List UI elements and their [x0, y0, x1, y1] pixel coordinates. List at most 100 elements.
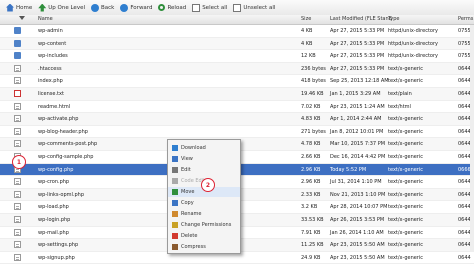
- cell-modified: Jan 1, 2015 3:29 AM: [330, 90, 381, 97]
- menu-item-delete[interactable]: Delete: [168, 231, 240, 241]
- cell-modified: Sep 25, 2013 12:18 AM: [330, 78, 389, 85]
- table-row[interactable]: wp-content 4 KB Apr 27, 2015 5:33 PM httpd/…: [0, 37, 474, 51]
- file-icon: [14, 77, 21, 85]
- table-row[interactable]: wp-blog-header.php 271 bytes Jan 8, 2012 1…: [0, 126, 474, 139]
- cell-type: text/x-generic: [388, 254, 424, 261]
- column-last-modified[interactable]: Last Modified (FLE Stand: [330, 16, 392, 22]
- menu-item-copy[interactable]: Copy: [168, 198, 240, 208]
- cell-type: httpd/unix-directory: [388, 40, 438, 47]
- menu-item-view[interactable]: View: [168, 154, 240, 164]
- cell-name: wp-login.php: [38, 216, 71, 223]
- cell-size: 33.53 KB: [301, 216, 324, 223]
- cell-size: 2.96 KB: [301, 166, 321, 173]
- menu-item-label: Rename: [181, 211, 202, 217]
- cell-perms: 0755: [458, 40, 471, 47]
- home-label: Home: [16, 4, 33, 11]
- cell-modified: Today 5:52 PM: [330, 166, 367, 173]
- copy-icon: [172, 200, 178, 206]
- scrollbar[interactable]: [470, 25, 474, 252]
- cell-size: 418 bytes: [301, 78, 326, 85]
- home-button[interactable]: Home: [6, 3, 33, 12]
- forward-icon: [120, 3, 129, 12]
- column-name[interactable]: Name: [38, 16, 53, 22]
- context-menu: Download View Edit Code Edit Move Copy Rename C…: [167, 139, 241, 254]
- cell-type: text/x-generic: [388, 216, 424, 223]
- file-icon: [14, 241, 21, 249]
- cell-perms: 0666: [458, 166, 471, 173]
- reload-button[interactable]: Reload: [158, 4, 186, 11]
- download-icon: [172, 145, 178, 151]
- menu-item-edit[interactable]: Edit: [168, 165, 240, 175]
- move-icon: [172, 189, 178, 195]
- cell-name: wp-content: [38, 40, 67, 47]
- column-type[interactable]: Type: [388, 16, 399, 22]
- file-icon: [14, 115, 21, 123]
- cell-name: wp-comments-post.php: [38, 141, 98, 148]
- rename-icon: [172, 211, 178, 217]
- cell-type: text/x-generic: [388, 242, 424, 249]
- forward-button[interactable]: Forward: [120, 3, 153, 12]
- column-size[interactable]: Size: [301, 16, 311, 22]
- cell-perms: 0644: [458, 229, 471, 236]
- cell-type: text/x-generic: [388, 65, 424, 72]
- cell-modified: Jul 31, 2014 1:10 PM: [330, 179, 382, 186]
- unselect-all-icon: [233, 3, 242, 12]
- cell-type: text/x-generic: [388, 166, 424, 173]
- menu-item-rename[interactable]: Rename: [168, 209, 240, 219]
- table-row[interactable]: .htaccess 236 bytes Apr 27, 2015 5:33 PM te…: [0, 62, 474, 76]
- cell-perms: 0644: [458, 179, 471, 186]
- cell-modified: Apr 27, 2015 5:33 PM: [330, 40, 385, 47]
- cell-perms: 0644: [458, 65, 471, 72]
- cell-perms: 0644: [458, 191, 471, 198]
- reload-label: Reload: [167, 4, 187, 11]
- cell-name: index.php: [38, 78, 63, 85]
- column-perms[interactable]: Perms: [458, 16, 473, 22]
- cell-name: readme.html: [38, 103, 71, 110]
- cell-perms: 0644: [458, 90, 471, 97]
- cell-name: wp-admin: [38, 28, 63, 34]
- select-all-icon: [192, 3, 201, 12]
- menu-item-compress[interactable]: Compress: [168, 242, 240, 252]
- file-icon: [14, 178, 21, 186]
- cell-name: wp-signup.php: [38, 254, 75, 261]
- cell-size: 4 KB: [301, 28, 313, 34]
- cell-size: 2.96 KB: [301, 179, 321, 186]
- sort-arrow-icon[interactable]: [19, 16, 25, 20]
- unselect-all-label: Unselect all: [243, 4, 276, 11]
- menu-item-label: Edit: [181, 167, 191, 173]
- cell-perms: 0644: [458, 153, 471, 160]
- cell-type: text/x-generic: [388, 204, 424, 211]
- cell-name: .htaccess: [38, 65, 62, 72]
- menu-item-download[interactable]: Download: [168, 143, 240, 153]
- table-row[interactable]: readme.html 7.02 KB Apr 23, 2015 1:24 AM te…: [0, 101, 474, 114]
- unselect-all-button[interactable]: Unselect all: [233, 3, 276, 12]
- cell-type: text/x-generic: [388, 153, 424, 160]
- cell-modified: Jan 8, 2012 10:01 PM: [330, 128, 384, 135]
- cell-name: wp-load.php: [38, 204, 69, 211]
- cell-type: text/x-generic: [388, 191, 424, 198]
- menu-item-label: Copy: [181, 200, 194, 206]
- cell-modified: Jan 26, 2014 1:10 AM: [330, 229, 384, 236]
- select-all-button[interactable]: Select all: [192, 3, 227, 12]
- back-button[interactable]: Back: [90, 3, 114, 12]
- cell-name: wp-settings.php: [38, 242, 79, 249]
- delete-icon: [172, 233, 178, 239]
- table-row[interactable]: wp-activate.php 4.83 KB Apr 1, 2014 2:44 A…: [0, 113, 474, 126]
- table-row[interactable]: wp-admin 4 KB Apr 27, 2015 5:33 PM httpd/un…: [0, 25, 474, 38]
- table-row[interactable]: index.php 418 bytes Sep 25, 2013 12:18 AM t…: [0, 75, 474, 88]
- table-row[interactable]: wp-includes 12 KB Apr 27, 2015 5:33 PM http…: [0, 50, 474, 63]
- column-header: Name Size Last Modified (FLE Stand Type …: [0, 15, 474, 25]
- file-icon: [14, 190, 21, 198]
- menu-item-change-permissions[interactable]: Change Permissions: [168, 220, 240, 230]
- file-icon: [14, 127, 21, 135]
- toolbar: Home Up One Level Back Forward Reload Se…: [0, 0, 474, 16]
- cell-size: 7.91 KB: [301, 229, 321, 236]
- cell-perms: 0755: [458, 28, 471, 34]
- up-one-level-button[interactable]: Up One Level: [38, 3, 85, 12]
- menu-item-label: View: [181, 156, 193, 162]
- cell-modified: Apr 28, 2014 10:07 PM: [330, 204, 388, 211]
- forward-label: Forward: [130, 4, 153, 11]
- menu-item-label: Compress: [181, 244, 206, 250]
- up-icon: [38, 3, 47, 12]
- table-row[interactable]: license.txt 19.46 KB Jan 1, 2015 3:29 AM te…: [0, 87, 474, 101]
